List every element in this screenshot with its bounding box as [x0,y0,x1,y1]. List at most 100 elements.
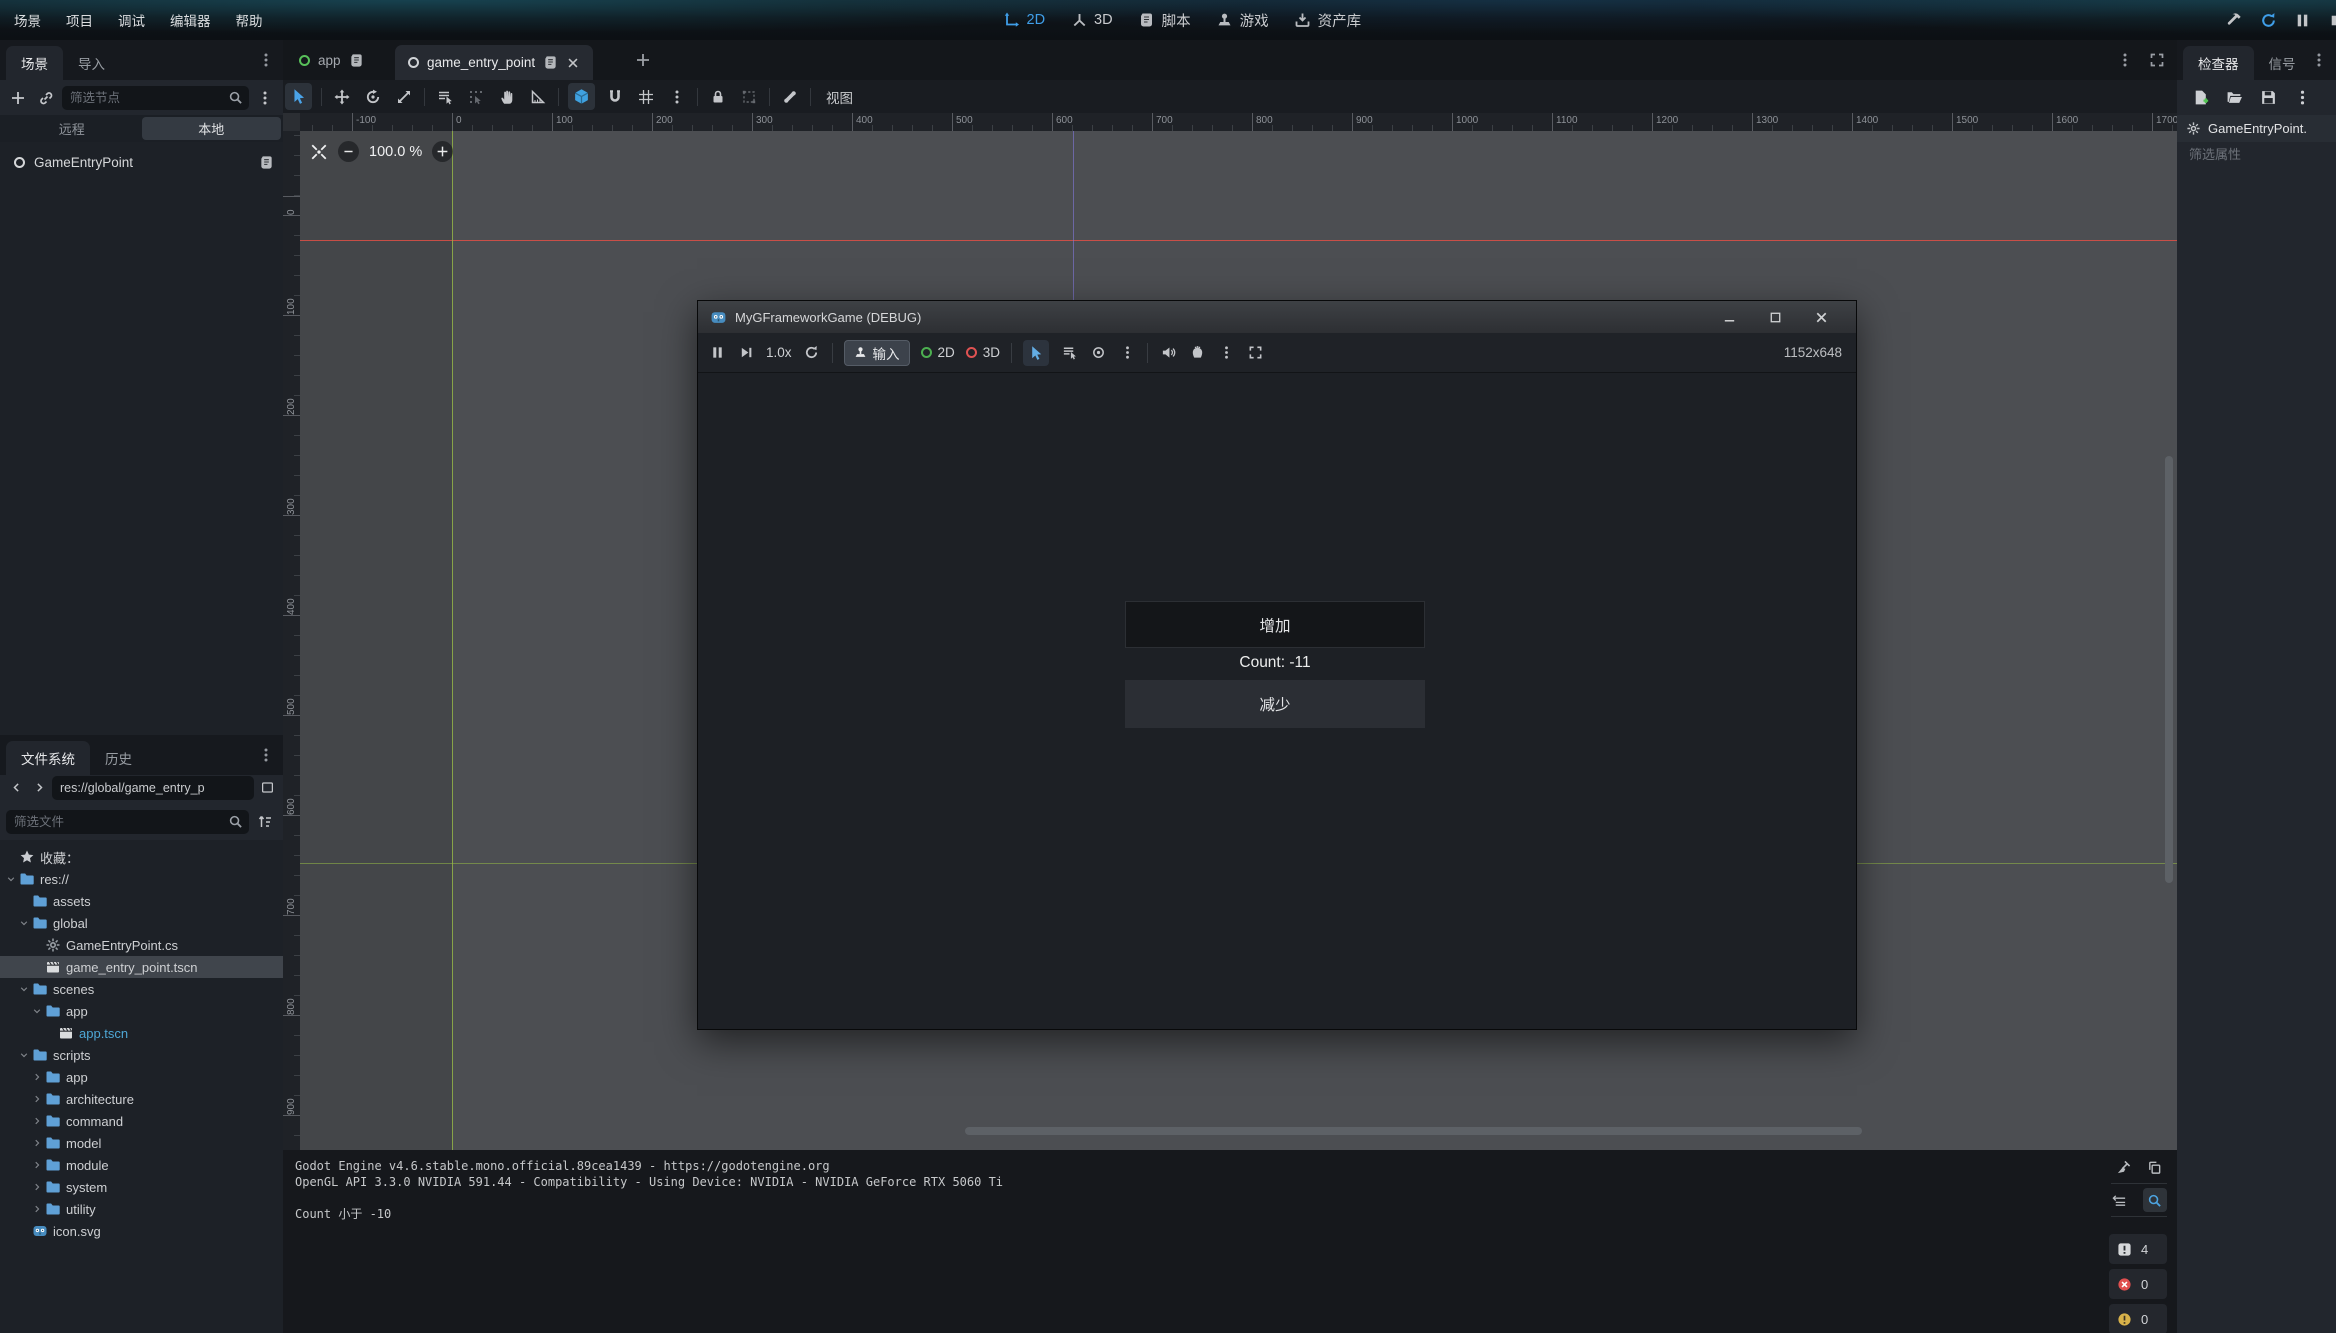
fs-item-architecture[interactable]: architecture [0,1088,283,1110]
collapse-log-icon[interactable] [2112,1193,2127,1208]
suspend-button[interactable] [708,344,726,362]
chevron-right-icon[interactable] [32,1072,45,1082]
save-resource-icon[interactable] [2260,89,2277,106]
list-select-tool-button[interactable] [434,86,456,108]
fs-item-command[interactable]: command [0,1110,283,1132]
fs-item-game_entry_point.tscn[interactable]: game_entry_point.tscn [0,956,283,978]
decrease-button[interactable]: 减少 [1125,680,1425,728]
chevron-right-icon[interactable] [32,1138,45,1148]
toggle-split-mode-button[interactable] [257,778,277,798]
minimize-icon[interactable] [1722,310,1737,325]
chevron-down-icon[interactable] [19,918,32,928]
chevron-right-icon[interactable] [32,1182,45,1192]
grid-toggle-button[interactable] [635,86,657,108]
increase-button[interactable]: 增加 [1125,601,1425,648]
segment-local[interactable]: 本地 [142,117,282,140]
menu-调试[interactable]: 调试 [110,6,153,34]
canvas-viewport[interactable]: 100.0 % MyGFrameworkGame (DEBUG) 1.0x [300,131,2177,1150]
restart-game-button[interactable] [2260,12,2277,29]
zoom-in-button[interactable] [432,141,453,162]
dock-menu-icon[interactable] [258,52,274,68]
fs-item-scripts[interactable]: scripts [0,1044,283,1066]
attached-script-icon[interactable] [259,155,274,170]
inspector-menu-icon[interactable] [2311,52,2327,68]
workspace-2D[interactable]: 2D [1004,12,1046,28]
fs-item-[interactable]: 收藏： [0,846,283,868]
menu-编辑器[interactable]: 编辑器 [162,6,219,34]
script-icon[interactable] [349,53,364,68]
build-button[interactable] [2226,12,2243,29]
menu-帮助[interactable]: 帮助 [228,6,271,34]
close-icon[interactable] [1814,310,1829,325]
scene-tab-app[interactable]: app [299,40,364,80]
inspected-node-row[interactable]: GameEntryPoint. [2177,115,2336,142]
workspace-游戏[interactable]: 游戏 [1217,10,1269,31]
warnings-badge[interactable]: 0 [2109,1304,2167,1333]
fs-item-icon.svg[interactable]: icon.svg [0,1220,283,1242]
fs-item-global[interactable]: global [0,912,283,934]
messages-badge[interactable]: 4 [2109,1234,2167,1264]
workspace-3D[interactable]: 3D [1071,12,1113,28]
load-resource-icon[interactable] [2226,89,2243,106]
scene-tree-root-node[interactable]: GameEntryPoint [0,150,283,174]
game-select-tool-button[interactable] [1023,340,1049,366]
next-frame-button[interactable] [737,344,755,362]
add-node-button[interactable] [6,86,30,110]
scene-tab-game-entry-point[interactable]: game_entry_point [395,45,593,80]
fs-item-app[interactable]: app [0,1000,283,1022]
menu-场景[interactable]: 场景 [6,6,49,34]
tab-import[interactable]: 导入 [63,46,120,80]
clear-log-icon[interactable] [2116,1160,2131,1175]
pan-tool-button[interactable] [496,86,518,108]
maximize-icon[interactable] [1768,310,1783,325]
fs-item-assets[interactable]: assets [0,890,283,912]
chevron-right-icon[interactable] [32,1204,45,1214]
skeleton-options-button[interactable] [779,86,801,108]
close-tab-icon[interactable] [566,56,580,70]
pivot-tool-button[interactable] [465,86,487,108]
mute-audio-button[interactable] [1159,344,1177,362]
game-list-select-button[interactable] [1060,344,1078,362]
nav-back-button[interactable] [6,778,26,798]
scene-tree-menu-button[interactable] [253,86,277,110]
snap-options-button[interactable] [666,86,688,108]
resource-options-icon[interactable] [2294,89,2311,106]
chevron-right-icon[interactable] [32,1116,45,1126]
restart-button[interactable] [803,344,821,362]
fs-item-module[interactable]: module [0,1154,283,1176]
tab-inspector[interactable]: 检查器 [2183,46,2254,80]
filter-properties-input[interactable] [2189,147,2324,162]
workspace-脚本[interactable]: 脚本 [1139,10,1191,31]
stop-game-button[interactable] [2328,12,2336,29]
chevron-down-icon[interactable] [32,1006,45,1016]
fs-item-res[interactable]: res:// [0,868,283,890]
chevron-down-icon[interactable] [19,984,32,994]
center-view-icon[interactable] [310,143,328,161]
script-icon[interactable] [543,55,558,70]
current-path-input[interactable] [52,776,254,800]
fs-item-app[interactable]: app [0,1066,283,1088]
chevron-down-icon[interactable] [19,1050,32,1060]
ruler-tool-button[interactable] [527,86,549,108]
select-tool-button[interactable] [285,83,312,110]
tab-scene[interactable]: 场景 [6,46,63,80]
fs-item-utility[interactable]: utility [0,1198,283,1220]
smart-snap-button[interactable] [568,83,595,110]
group-node-button[interactable] [738,86,760,108]
segment-remote[interactable]: 远程 [2,117,142,140]
fs-item-scenes[interactable]: scenes [0,978,283,1000]
chevron-down-icon[interactable] [6,874,19,884]
errors-badge[interactable]: 0 [2109,1269,2167,1299]
search-log-button[interactable] [2143,1188,2167,1212]
tab-signals[interactable]: 信号 [2254,46,2311,80]
mode-3d-button[interactable]: 3D [966,345,1000,360]
canvas-vertical-scrollbar[interactable] [2165,456,2173,883]
filter-files-input[interactable] [6,810,249,834]
fs-item-system[interactable]: system [0,1176,283,1198]
new-scene-tab-button[interactable] [635,52,651,68]
fs-dock-menu-icon[interactable] [258,747,274,763]
selection-options-button[interactable] [1118,344,1136,362]
rotate-tool-button[interactable] [362,86,384,108]
workspace-资产库[interactable]: 资产库 [1295,10,1362,31]
filter-nodes-input[interactable] [62,86,249,110]
